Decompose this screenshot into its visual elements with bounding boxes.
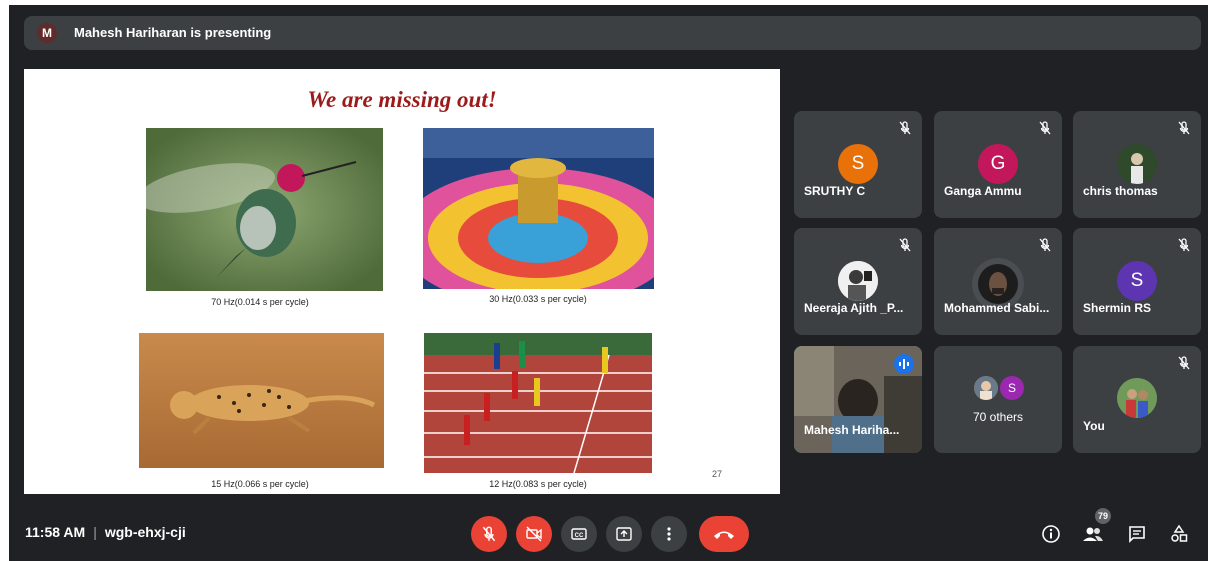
leave-call-button[interactable] [699,516,749,552]
caption-sprinters: 12 Hz(0.083 s per cycle) [489,479,587,489]
participant-tile-sruthy[interactable]: S SRUTHY C [794,111,922,218]
participant-avatar: S [1117,261,1157,301]
participant-tile-neeraja[interactable]: Neeraja Ajith _P... [794,228,922,335]
mic-off-icon [1178,356,1190,370]
shared-slide[interactable]: We are missing out! 70 Hz(0.014 s per cy… [24,69,780,494]
presenter-avatar: M [37,23,57,43]
participant-name: Shermin RS [1083,301,1152,315]
meeting-info: 11:58 AM | wgb-ehxj-cji [25,524,186,540]
present-screen-icon [616,527,632,541]
presenting-banner: M Mahesh Hariharan is presenting [24,16,1201,50]
participant-tile-shermin[interactable]: S Shermin RS [1073,228,1201,335]
slide-page-number: 27 [712,469,723,479]
other-participant-photo [974,376,998,400]
more-vert-icon [667,527,671,541]
participant-tile-you[interactable]: You [1073,346,1201,453]
carousel-image [423,128,654,289]
activities-button[interactable] [1166,521,1192,547]
other-participant-avatar: S [1000,376,1024,400]
participant-tile-chris[interactable]: chris thomas [1073,111,1201,218]
participant-avatar: G [978,144,1018,184]
hang-up-icon [714,531,734,539]
participant-name: SRUTHY C [804,184,866,198]
participant-name: Neeraja Ajith _P... [804,301,904,315]
mic-off-icon [1178,121,1190,135]
camera-off-icon [526,526,542,542]
participant-photo [838,261,878,301]
participant-name: chris thomas [1083,184,1158,198]
mic-off-icon [1039,121,1051,135]
sprinters-image [424,333,652,473]
mic-toggle-button[interactable] [471,516,507,552]
cheetah-image [139,333,384,468]
participant-tile-ganga[interactable]: G Ganga Ammu [934,111,1062,218]
presenting-text: Mahesh Hariharan is presenting [74,25,272,40]
hummingbird-image [146,128,383,291]
participant-name: Mohammed Sabi... [944,301,1050,315]
participant-tile-mohammed[interactable]: Mohammed Sabi... [934,228,1062,335]
meeting-code[interactable]: wgb-ehxj-cji [105,524,186,540]
participant-name: Ganga Ammu [944,184,1022,198]
mic-off-icon [899,238,911,252]
present-now-button[interactable] [606,516,642,552]
people-button[interactable] [1080,521,1106,547]
info-icon [1042,525,1060,543]
mic-off-icon [1178,238,1190,252]
meeting-details-button[interactable] [1038,521,1064,547]
caption-cheetah: 15 Hz(0.066 s per cycle) [211,479,309,489]
svg-text:CC: CC [575,533,584,539]
meet-window: M Mahesh Hariharan is presenting We are … [9,5,1208,561]
participant-name: You [1083,419,1105,433]
caption-carousel: 30 Hz(0.033 s per cycle) [489,294,587,304]
mic-off-icon [482,526,496,542]
closed-captions-icon: CC [571,528,587,540]
participant-photo [1117,144,1157,184]
chat-icon [1129,526,1145,543]
activities-shapes-icon [1171,524,1188,542]
people-count-badge: 79 [1095,508,1111,524]
mic-off-icon [1039,238,1051,252]
captions-button[interactable]: CC [561,516,597,552]
others-count: 70 others [972,410,1024,424]
chat-button[interactable] [1124,521,1150,547]
mic-off-icon [899,121,911,135]
participant-tile-others[interactable]: S 70 others [934,346,1062,453]
caption-hummingbird: 70 Hz(0.014 s per cycle) [211,297,309,307]
more-options-button[interactable] [651,516,687,552]
people-icon [1083,527,1103,541]
participant-avatar: S [838,144,878,184]
clock-time: 11:58 AM [25,524,86,540]
participant-photo [1117,378,1157,418]
separator: | [93,524,97,540]
speaking-indicator-icon [894,354,914,374]
slide-title: We are missing out! [307,87,497,112]
camera-toggle-button[interactable] [516,516,552,552]
participant-tile-mahesh[interactable]: Mahesh Hariha... [794,346,922,453]
participant-name: Mahesh Hariha... [804,423,900,437]
